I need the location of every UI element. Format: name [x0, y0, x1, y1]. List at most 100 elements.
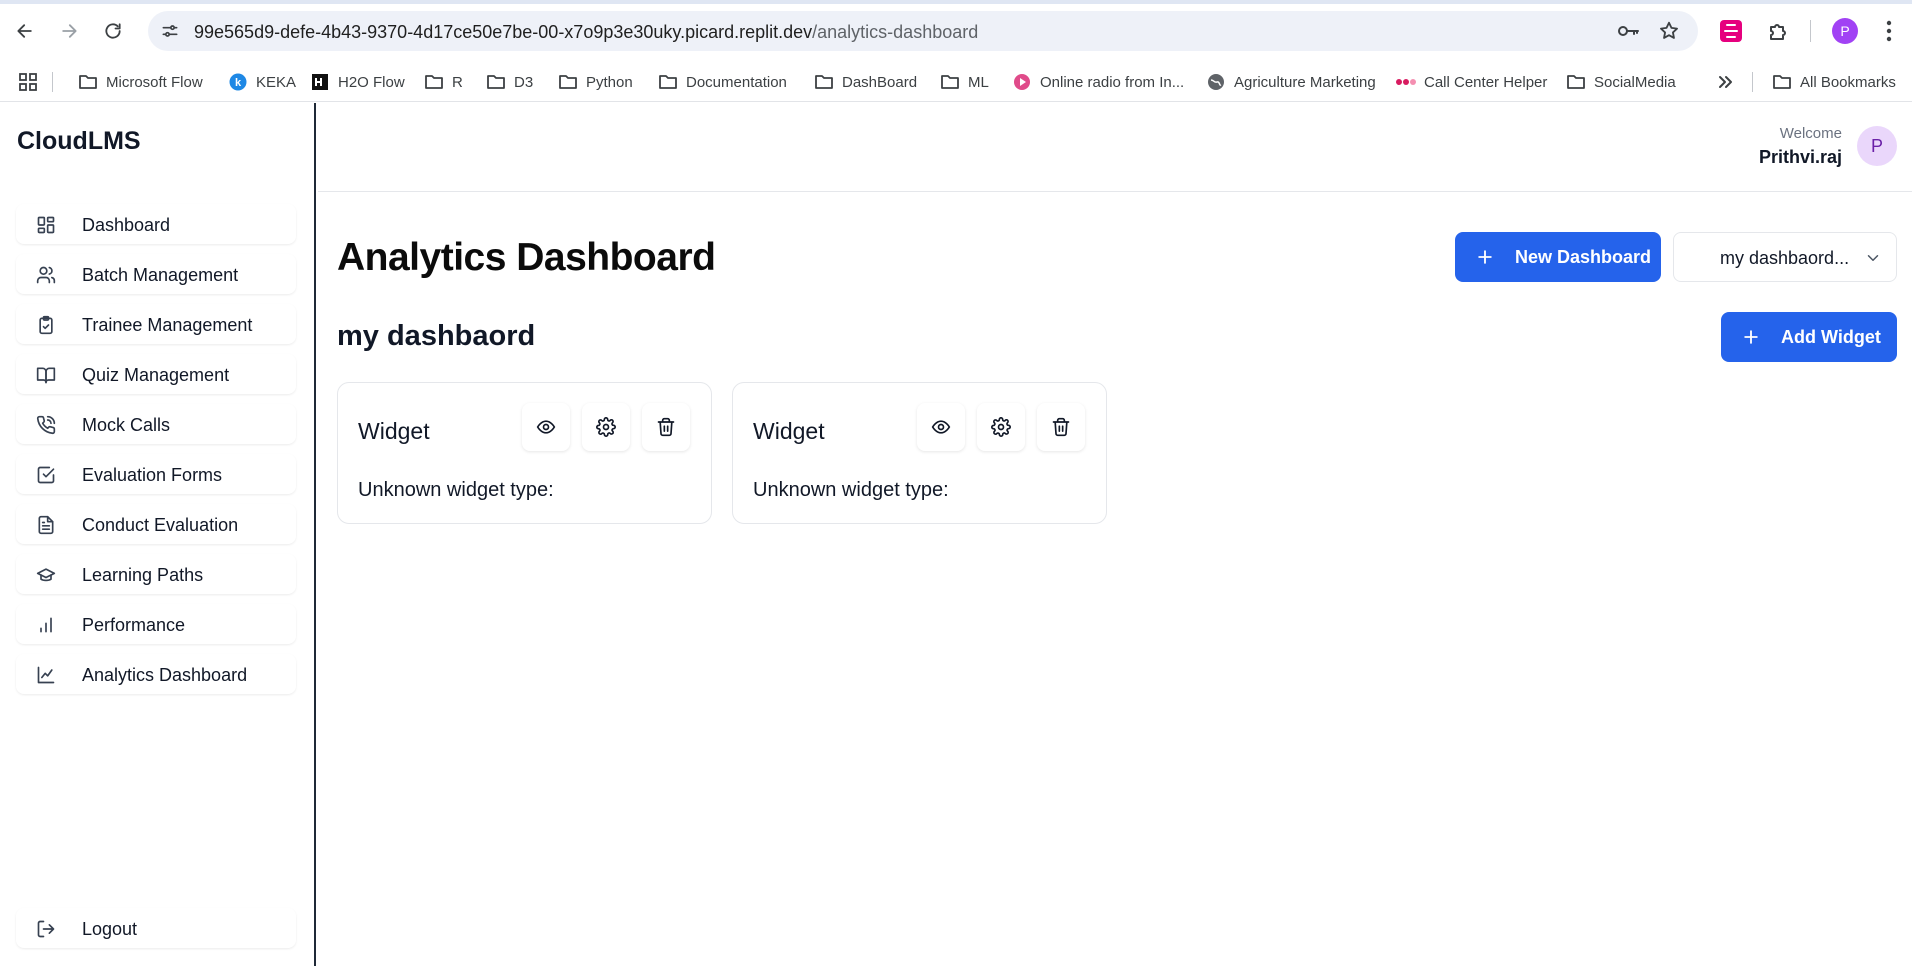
widget-title: Widget [358, 418, 430, 444]
url-path: /analytics-dashboard [812, 22, 979, 42]
profile-avatar[interactable]: P [1832, 18, 1858, 44]
widget-view-button[interactable] [522, 403, 570, 451]
sidebar-item-batch-management[interactable]: Batch Management [16, 254, 296, 294]
address-bar[interactable]: 99e565d9-defe-4b43-9370-4d17ce50e7be-00-… [148, 11, 1698, 51]
site-info-icon[interactable] [160, 21, 180, 41]
chevron-down-icon [1864, 249, 1882, 267]
widget-delete-button[interactable] [642, 403, 690, 451]
bookmark-separator [1752, 72, 1753, 92]
folder-icon [658, 72, 678, 92]
sidebar-item-trainee-management[interactable]: Trainee Management [16, 304, 296, 344]
more-bookmarks-chevron-icon[interactable] [1716, 68, 1734, 96]
user-greeting: Welcome Prithvi.raj [1759, 125, 1842, 168]
forward-button[interactable] [52, 14, 86, 48]
sidebar-item-conduct-evaluation[interactable]: Conduct Evaluation [16, 504, 296, 544]
plus-icon [1475, 247, 1495, 267]
widget-settings-button[interactable] [977, 403, 1025, 451]
bookmark-d3[interactable]: D3 [486, 68, 533, 96]
bookmarks-bar: Microsoft Flow k KEKA H2O Flow R D3 Pyth… [0, 62, 1912, 102]
bookmark-label: Python [586, 73, 633, 91]
sidebar-item-mock-calls[interactable]: Mock Calls [16, 404, 296, 444]
bookmark-label: Documentation [686, 73, 787, 91]
widget-body-text: Unknown widget type: [753, 479, 949, 501]
gear-icon [596, 417, 616, 437]
bookmark-ml[interactable]: ML [940, 68, 989, 96]
sidebar-item-performance[interactable]: Performance [16, 604, 296, 644]
arrow-right-icon [62, 24, 77, 38]
add-widget-button[interactable]: Add Widget [1721, 312, 1897, 362]
dots-icon [1396, 72, 1416, 92]
bookmark-python[interactable]: Python [558, 68, 633, 96]
file-text-icon [36, 515, 56, 535]
extensions-puzzle-icon[interactable] [1763, 16, 1793, 46]
sidebar-item-label: Batch Management [82, 265, 239, 285]
bookmark-r[interactable]: R [424, 68, 463, 96]
bookmark-h2o-flow[interactable]: H2O Flow [310, 68, 405, 96]
folder-icon [1772, 72, 1792, 92]
bar-chart-icon [36, 615, 56, 635]
radio-icon [1012, 72, 1032, 92]
sidebar-item-quiz-management[interactable]: Quiz Management [16, 354, 296, 394]
arrow-left-icon [17, 24, 32, 38]
sidebar-item-label: Trainee Management [82, 315, 253, 335]
brand-logo-text[interactable]: CloudLMS [17, 127, 141, 156]
sidebar-item-label: Quiz Management [82, 365, 230, 385]
folder-icon [1566, 72, 1586, 92]
logout-icon [36, 919, 56, 939]
reload-button[interactable] [96, 14, 130, 48]
dashboard-select[interactable]: my dashbaord... [1673, 232, 1897, 282]
app-header: Welcome Prithvi.raj P [318, 103, 1912, 192]
new-dashboard-button[interactable]: New Dashboard [1455, 232, 1661, 282]
sidebar-item-dashboard[interactable]: Dashboard [16, 204, 296, 244]
extension-app-icon[interactable] [1716, 16, 1746, 46]
sidebar-item-learning-paths[interactable]: Learning Paths [16, 554, 296, 594]
url-text[interactable]: 99e565d9-defe-4b43-9370-4d17ce50e7be-00-… [194, 22, 978, 43]
bookmark-microsoft-flow[interactable]: Microsoft Flow [78, 68, 203, 96]
widget-view-button[interactable] [917, 403, 965, 451]
page-title: Analytics Dashboard [337, 236, 716, 279]
apps-grid-icon[interactable] [18, 68, 38, 96]
all-bookmarks-label: All Bookmarks [1800, 73, 1896, 91]
password-key-icon[interactable] [1616, 21, 1640, 41]
logout-label: Logout [82, 919, 138, 939]
svg-text:k: k [235, 77, 242, 89]
sidebar-item-evaluation-forms[interactable]: Evaluation Forms [16, 454, 296, 494]
keka-icon: k [228, 72, 248, 92]
bookmark-call-center-helper[interactable]: Call Center Helper [1396, 68, 1547, 96]
sidebar-item-label: Performance [82, 615, 186, 635]
widget-settings-button[interactable] [582, 403, 630, 451]
widget-delete-button[interactable] [1037, 403, 1085, 451]
bookmark-keka[interactable]: k KEKA [228, 68, 296, 96]
h2o-icon [310, 72, 330, 92]
bookmark-star-icon[interactable] [1658, 20, 1680, 42]
dashboard-name: my dashbaord [337, 320, 536, 352]
user-avatar[interactable]: P [1857, 126, 1897, 166]
bookmark-label: H2O Flow [338, 73, 405, 91]
bookmark-label: DashBoard [842, 73, 918, 91]
bookmark-dashboard[interactable]: DashBoard [814, 68, 917, 96]
bookmark-agriculture-marketing[interactable]: Agriculture Marketing [1206, 68, 1376, 96]
all-bookmarks[interactable]: All Bookmarks [1772, 68, 1896, 96]
bookmark-label: Online radio from In... [1040, 73, 1185, 91]
sidebar-item-analytics-dashboard[interactable]: Analytics Dashboard [16, 654, 296, 694]
bookmark-documentation[interactable]: Documentation [658, 68, 787, 96]
back-button[interactable] [8, 14, 42, 48]
dashboard-select-value: my dashbaord... [1720, 248, 1850, 268]
bookmark-label: ML [968, 73, 989, 91]
trash-icon [1052, 417, 1070, 437]
welcome-label: Welcome [1779, 125, 1842, 142]
browser-menu-icon[interactable] [1874, 16, 1904, 46]
eye-icon [931, 420, 951, 434]
bookmark-online-radio[interactable]: Online radio from In... [1012, 68, 1184, 96]
globe-icon [1206, 72, 1226, 92]
bookmark-label: KEKA [256, 73, 297, 91]
gear-icon [991, 417, 1011, 437]
user-name: Prithvi.raj [1758, 147, 1842, 167]
sidebar-item-label: Analytics Dashboard [82, 665, 248, 685]
bookmark-label: Microsoft Flow [106, 73, 203, 91]
bookmark-label: D3 [514, 73, 534, 91]
sidebar-item-label: Evaluation Forms [82, 465, 223, 485]
line-chart-icon [36, 665, 56, 685]
logout-button[interactable]: Logout [16, 908, 296, 948]
bookmark-socialmedia[interactable]: SocialMedia [1566, 68, 1676, 96]
